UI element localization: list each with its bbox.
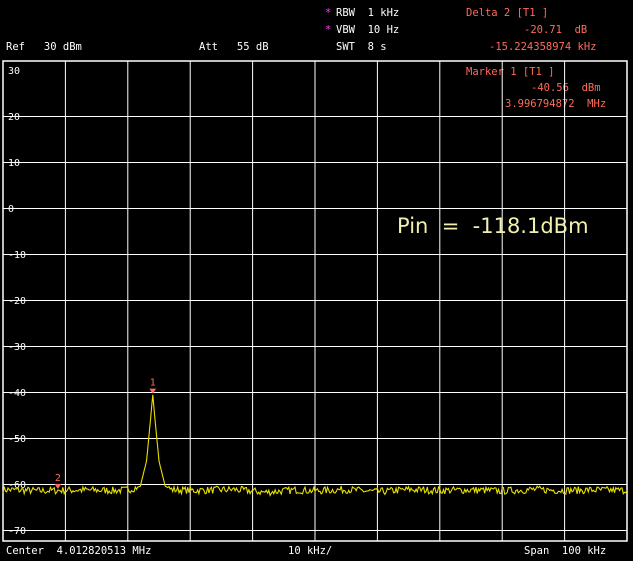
plot-grid [3, 61, 627, 541]
y-tick-label: -70 [8, 526, 26, 537]
y-tick-label: -30 [8, 342, 26, 353]
spectrum-plot[interactable]: 3020100-10-20-30-40-50-60-70 12 [0, 0, 633, 561]
y-tick-label: -20 [8, 296, 26, 307]
marker-2-triangle[interactable] [54, 483, 62, 489]
y-tick-label: 0 [8, 204, 14, 215]
y-tick-label: 30 [8, 66, 20, 77]
y-tick-label: 20 [8, 112, 20, 123]
marker-2-label: 2 [55, 473, 61, 484]
span-readout[interactable]: Span 100 kHz [524, 545, 606, 557]
y-tick-label: -10 [8, 250, 26, 261]
pin-annotation: Pin = -118.1dBm [397, 214, 589, 238]
marker-1-label: 1 [150, 378, 156, 389]
trace-markers[interactable]: 12 [54, 378, 157, 489]
center-freq-readout[interactable]: Center 4.012820513 MHz [6, 545, 151, 557]
y-tick-label: -40 [8, 388, 26, 399]
y-tick-label: 10 [8, 158, 20, 169]
y-tick-label: -50 [8, 434, 26, 445]
y-tick-labels: 3020100-10-20-30-40-50-60-70 [8, 66, 26, 537]
freq-per-div-readout: 10 kHz/ [288, 545, 333, 557]
